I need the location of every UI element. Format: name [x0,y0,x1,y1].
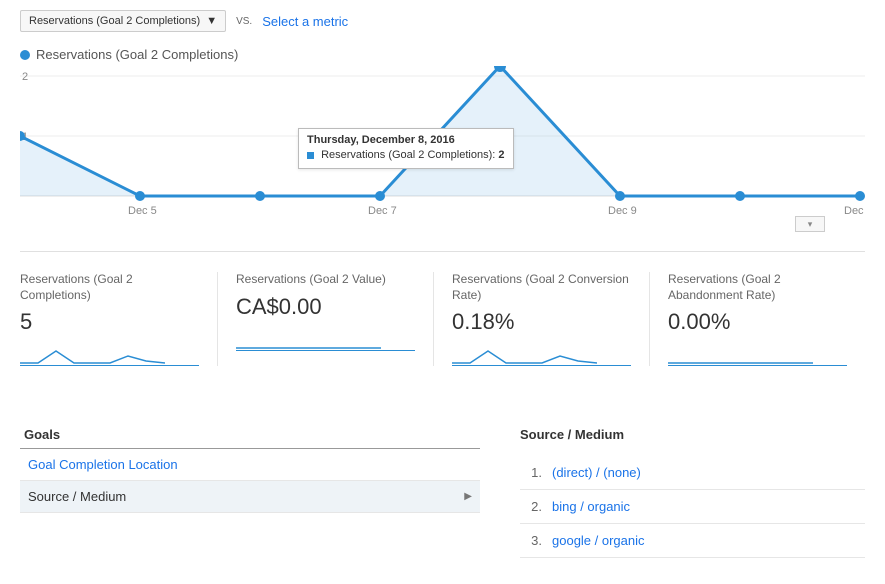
tooltip-date: Thursday, December 8, 2016 [307,134,455,146]
tooltip-series-icon [307,152,314,159]
legend-dot-icon [20,50,30,60]
select-metric-link[interactable]: Select a metric [262,14,348,29]
caret-down-icon: ▼ [206,15,217,27]
goals-row-goal-completion-location[interactable]: Goal Completion Location [20,449,480,481]
metric-card-abandonment[interactable]: Reservations (Goal 2 Abandonment Rate) 0… [649,272,865,366]
sparkline-icon [236,328,381,350]
chart-options-dropdown[interactable]: ▾ [795,216,825,232]
x-tick: Dec 9 [608,205,637,217]
list-index: 3. [526,533,542,548]
source-medium-heading: Source / Medium [520,421,865,456]
source-medium-link[interactable]: (direct) / (none) [552,465,641,480]
metric-value: CA$0.00 [236,294,415,320]
metric-card-conversion[interactable]: Reservations (Goal 2 Conversion Rate) 0.… [433,272,649,366]
list-index: 1. [526,465,542,480]
metric-title: Reservations (Goal 2 Abandonment Rate) [668,272,847,303]
chevron-right-icon: ▶ [464,491,472,502]
metric-title: Reservations (Goal 2 Conversion Rate) [452,272,631,303]
goals-heading: Goals [20,421,480,449]
metric-dropdown[interactable]: Reservations (Goal 2 Completions) ▼ [20,10,226,32]
goals-row-label: Goal Completion Location [28,457,178,472]
tooltip-series-label: Reservations (Goal 2 Completions): [321,149,495,161]
source-medium-row[interactable]: 3. google / organic [520,524,865,558]
source-medium-row[interactable]: 1. (direct) / (none) [520,456,865,490]
metrics-row: Reservations (Goal 2 Completions) 5 Rese… [20,251,865,366]
source-medium-link[interactable]: bing / organic [552,499,630,514]
main-chart[interactable]: 1 2 Dec 5 Dec 7 Dec 9 Dec 11 Thursday, D… [20,66,865,226]
x-tick: Dec 5 [128,205,157,217]
source-medium-link[interactable]: google / organic [552,533,645,548]
goals-row-source-medium[interactable]: Source / Medium ▶ [20,481,480,513]
tooltip-value: 2 [498,149,504,161]
metric-card-completions[interactable]: Reservations (Goal 2 Completions) 5 [20,272,217,366]
metric-value: 5 [20,309,199,335]
sparkline-icon [452,343,597,365]
source-medium-panel: Source / Medium 1. (direct) / (none) 2. … [520,421,865,558]
chart-legend: Reservations (Goal 2 Completions) [20,47,865,62]
source-medium-row[interactable]: 2. bing / organic [520,490,865,524]
y-tick-2: 2 [22,71,28,83]
sparkline-icon [668,343,813,365]
goals-panel: Goals Goal Completion Location Source / … [20,421,480,558]
metric-value: 0.18% [452,309,631,335]
metric-card-value[interactable]: Reservations (Goal 2 Value) CA$0.00 [217,272,433,366]
metric-title: Reservations (Goal 2 Value) [236,272,415,288]
goals-row-label: Source / Medium [28,489,126,504]
chart-tooltip: Thursday, December 8, 2016 Reservations … [298,128,514,169]
list-index: 2. [526,499,542,514]
x-tick: Dec 11 [844,205,865,217]
metric-dropdown-label: Reservations (Goal 2 Completions) [29,15,200,27]
caret-down-icon: ▾ [808,219,813,230]
metric-value: 0.00% [668,309,847,335]
vs-label: VS. [236,16,252,27]
x-tick: Dec 7 [368,205,397,217]
sparkline-icon [20,343,165,365]
metric-title: Reservations (Goal 2 Completions) [20,272,199,303]
legend-text: Reservations (Goal 2 Completions) [36,47,238,62]
